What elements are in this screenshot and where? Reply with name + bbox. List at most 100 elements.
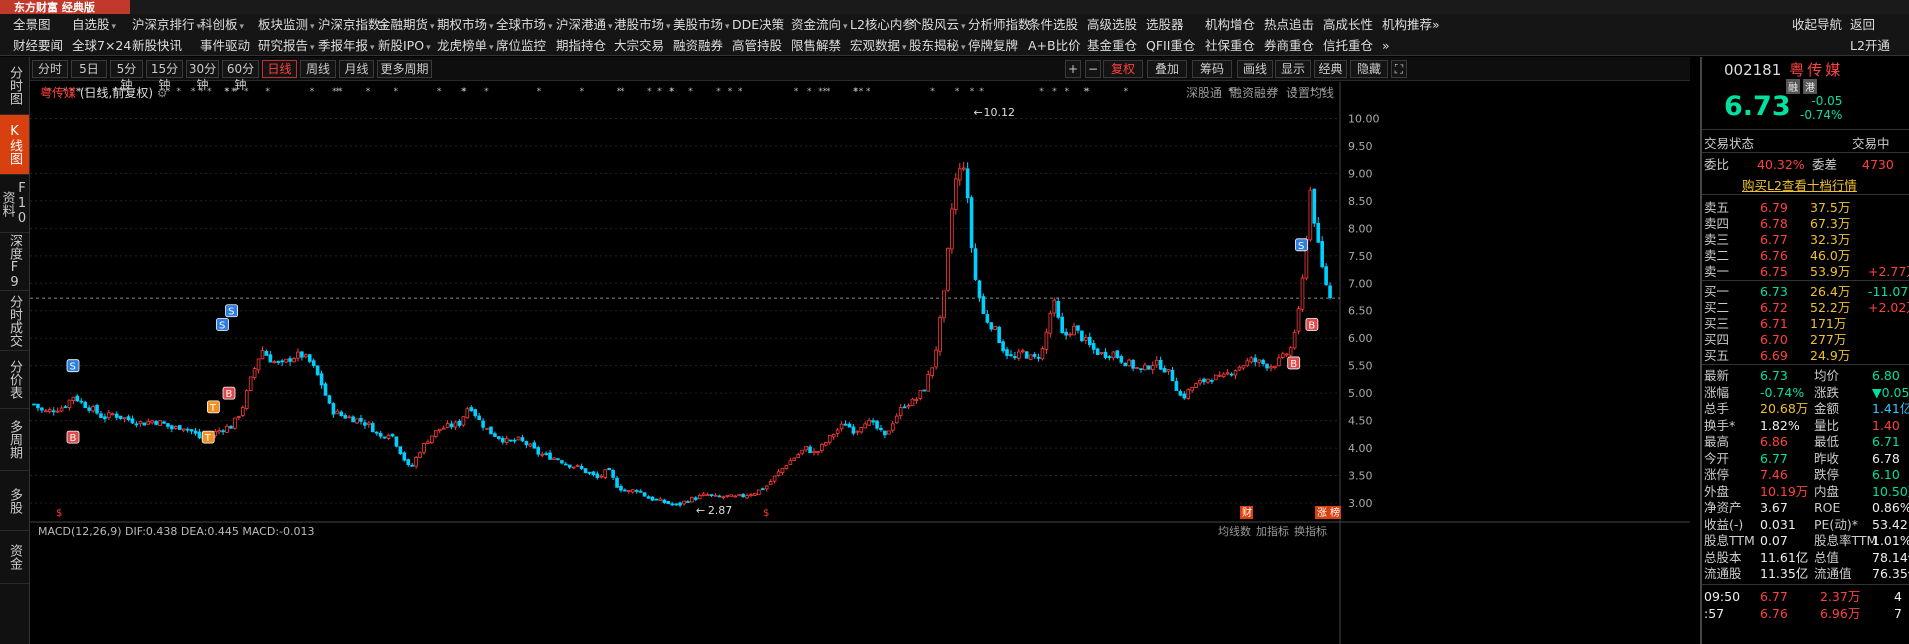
link-shengutong[interactable]: 深股通	[1186, 84, 1222, 101]
menu-item[interactable]: 条件选股	[1028, 14, 1078, 35]
menu-item[interactable]: 港股市场 ▾	[614, 14, 671, 35]
menu-item[interactable]: 停牌复牌	[968, 35, 1018, 56]
menu-item[interactable]: 新股IPO ▾	[378, 35, 431, 56]
menu-item[interactable]: 板块监测 ▾	[258, 14, 315, 35]
menu-item[interactable]: 研究报告 ▾	[258, 35, 315, 56]
trade-marker-label: B	[1290, 359, 1297, 370]
chart-tool-button[interactable]: 筹码	[1192, 60, 1232, 78]
left-tab[interactable]: F10资料	[0, 175, 30, 233]
menu-item[interactable]: 个股风云 ▾	[909, 14, 966, 35]
menu-item[interactable]: 返回	[1850, 14, 1875, 35]
indicator-link[interactable]: 加指标	[1256, 524, 1289, 538]
menu-item[interactable]: 沪深港通 ▾	[556, 14, 613, 35]
kline-chart[interactable]: 10.00 9.50 9.00 8.50 8.00 7.50 7.00 6.50 6.00 5.5…	[30, 82, 1690, 644]
candle-body	[839, 423, 844, 430]
period-button[interactable]: 月线	[339, 60, 374, 78]
menu-item[interactable]: 期权市场 ▾	[437, 14, 494, 35]
menu-item[interactable]: 自选股 ▾	[72, 14, 116, 35]
y-tick-label: 10.00	[1348, 112, 1380, 125]
period-button[interactable]: 15分钟	[146, 60, 183, 92]
menu-item[interactable]: 融资融券	[673, 35, 723, 56]
period-button[interactable]: 分时	[32, 60, 68, 78]
left-tab[interactable]: 资金	[0, 531, 29, 584]
chart-tool-button[interactable]: 隐藏	[1350, 60, 1388, 78]
menu-item[interactable]: QFII重仓	[1146, 35, 1195, 56]
period-button[interactable]: 更多周期	[377, 60, 432, 78]
menu-item[interactable]: 沪深京排行 ▾	[132, 14, 201, 35]
candle-body	[142, 422, 147, 426]
left-tab[interactable]: K线图	[0, 115, 29, 175]
period-button[interactable]: 60分钟	[222, 60, 259, 92]
menu-item[interactable]: 机构推荐	[1382, 14, 1432, 35]
stat-label: 外盘	[1704, 483, 1730, 499]
buy-l2-link[interactable]: 购买L2查看十档行情	[1742, 175, 1857, 194]
menu-item[interactable]: 龙虎榜单 ▾	[437, 35, 494, 56]
menu-item[interactable]: 美股市场 ▾	[673, 14, 730, 35]
menu-item[interactable]: 高管持股	[732, 35, 782, 56]
menu-item[interactable]: 沪深京指数 ▾	[318, 14, 387, 35]
menu-item[interactable]: L2开通	[1850, 35, 1890, 56]
menu-item[interactable]: L2核心内参	[850, 14, 915, 35]
menu-item[interactable]: 财经要闻	[13, 35, 63, 56]
fullscreen-icon[interactable]: ⛶	[1391, 60, 1407, 78]
period-button[interactable]: 5日	[71, 60, 107, 78]
menu-item[interactable]: 机构增仓	[1205, 14, 1255, 35]
chart-tool-button[interactable]: 显示	[1275, 60, 1311, 78]
period-button[interactable]: 30分钟	[186, 60, 219, 92]
menu-item[interactable]: 券商重仓	[1264, 35, 1314, 56]
menu-item[interactable]: »	[1382, 35, 1390, 56]
menu-item[interactable]: 资金流向 ▾	[791, 14, 848, 35]
menu-item[interactable]: 社保重仓	[1205, 35, 1255, 56]
candle-body	[1316, 222, 1321, 243]
candle-body	[1028, 354, 1033, 360]
link-ma-settings[interactable]: 设置均线	[1286, 84, 1334, 101]
chart-tool-button[interactable]: +	[1065, 60, 1081, 78]
link-margin[interactable]: 融资融券	[1230, 84, 1278, 101]
menu-item[interactable]: 宏观数据 ▾	[850, 35, 907, 56]
menu-item[interactable]: 全球7×24	[72, 35, 131, 56]
left-tab[interactable]: 多周期	[0, 409, 29, 471]
candle-body	[508, 439, 513, 442]
menu-item[interactable]: »	[1432, 14, 1440, 35]
kline-chart-area[interactable]: 10.00 9.50 9.00 8.50 8.00 7.50 7.00 6.50 6.00 5.5…	[30, 82, 1690, 644]
menu-item[interactable]: 收起导航	[1792, 14, 1842, 35]
chart-tool-button[interactable]: 叠加	[1147, 60, 1187, 78]
menu-item[interactable]: 大宗交易	[614, 35, 664, 56]
candle-body	[1178, 391, 1183, 396]
indicator-link[interactable]: 换指标	[1294, 524, 1327, 538]
menu-item[interactable]: 股东揭秘 ▾	[909, 35, 966, 56]
menu-item[interactable]: 分析师指数	[968, 14, 1031, 35]
menu-item[interactable]: 选股器	[1146, 14, 1184, 35]
chart-tool-button[interactable]: 画线	[1237, 60, 1273, 78]
menu-item[interactable]: 全球市场 ▾	[496, 14, 553, 35]
menu-item[interactable]: 热点追击	[1264, 14, 1314, 35]
chart-tool-button[interactable]: 复权	[1103, 60, 1143, 78]
left-tab[interactable]: 分价表	[0, 351, 29, 409]
menu-item[interactable]: 新股快讯	[132, 35, 182, 56]
period-button[interactable]: 5分钟	[110, 60, 143, 92]
menu-item[interactable]: 全景图	[13, 14, 51, 35]
chart-tool-button[interactable]: 经典	[1314, 60, 1347, 78]
menu-item[interactable]: 金融期货 ▾	[378, 14, 435, 35]
menu-item[interactable]: 高级选股	[1087, 14, 1137, 35]
menu-item[interactable]: 季报年报 ▾	[318, 35, 375, 56]
menu-item[interactable]: 高成长性	[1323, 14, 1373, 35]
indicator-link[interactable]: 均线数	[1218, 524, 1251, 538]
menu-item[interactable]: 席位监控	[496, 35, 546, 56]
settings-icon[interactable]: ⚙	[157, 86, 168, 100]
left-tab[interactable]: 分时图	[0, 57, 29, 115]
period-button[interactable]: 日线	[262, 60, 297, 78]
menu-item[interactable]: 事件驱动	[200, 35, 250, 56]
period-button[interactable]: 周线	[300, 60, 336, 78]
left-tab[interactable]: 分时成交	[0, 291, 29, 351]
menu-item[interactable]: 限售解禁	[791, 35, 841, 56]
menu-item[interactable]: 期指持仓	[556, 35, 606, 56]
menu-item[interactable]: 基金重仓	[1087, 35, 1137, 56]
menu-item[interactable]: A+B比价	[1028, 35, 1081, 56]
chart-tool-button[interactable]: −	[1085, 60, 1101, 78]
menu-item[interactable]: 科创板 ▾	[200, 14, 244, 35]
menu-item[interactable]: 信托重仓	[1323, 35, 1373, 56]
left-tab[interactable]: 深度F9	[0, 233, 29, 291]
left-tab[interactable]: 多股	[0, 471, 29, 531]
menu-item[interactable]: DDE决策	[732, 14, 784, 35]
